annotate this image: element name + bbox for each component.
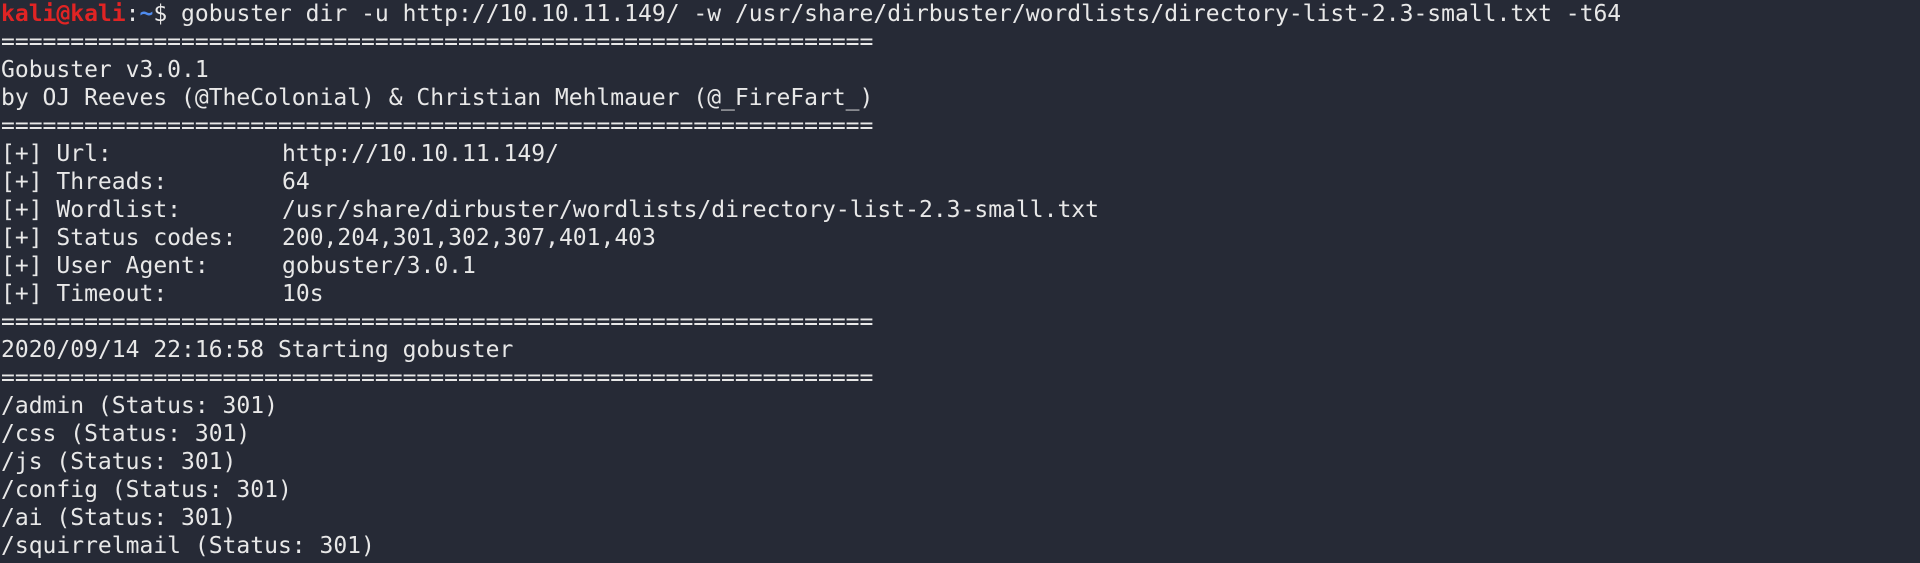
config-value: 10s xyxy=(282,281,324,307)
config-row-status-codes: [+] Status codes: 200,204,301,302,307,401… xyxy=(0,224,1920,252)
config-value: 64 xyxy=(282,169,310,195)
separator-line: ========================================… xyxy=(1,365,874,391)
config-key: [+] User Agent: xyxy=(1,253,209,279)
config-row-url: [+] Url: http://10.10.11.149/ xyxy=(0,140,1920,168)
command-text: gobuster dir -u http://10.10.11.149/ -w … xyxy=(167,1,1622,27)
result-line: /css (Status: 301) xyxy=(1,421,251,447)
config-row-wordlist: [+] Wordlist: /usr/share/dirbuster/wordli… xyxy=(0,196,1920,224)
separator-line: ========================================… xyxy=(1,309,874,335)
prompt-user-host: kali@kali xyxy=(1,1,126,27)
config-row-timeout: [+] Timeout: 10s xyxy=(0,280,1920,308)
config-value: http://10.10.11.149/ xyxy=(282,141,559,167)
prompt-symbol: $ xyxy=(153,1,168,27)
separator-line: ========================================… xyxy=(1,29,874,55)
config-row-user-agent: [+] User Agent: gobuster/3.0.1 xyxy=(0,252,1920,280)
separator-line: ========================================… xyxy=(1,113,874,139)
banner-authors: by OJ Reeves (@TheColonial) & Christian … xyxy=(1,85,874,111)
config-row-threads: [+] Threads: 64 xyxy=(0,168,1920,196)
config-key: [+] Threads: xyxy=(1,169,168,195)
banner-title: Gobuster v3.0.1 xyxy=(1,57,209,83)
result-line: /ai (Status: 301) xyxy=(1,505,237,531)
config-value: gobuster/3.0.1 xyxy=(282,253,476,279)
config-key: [+] Status codes: xyxy=(1,225,237,251)
result-line: /js (Status: 301) xyxy=(1,449,237,475)
command-line: kali@kali:~$ gobuster dir -u http://10.1… xyxy=(0,0,1920,28)
config-value: 200,204,301,302,307,401,403 xyxy=(282,225,656,251)
terminal-window[interactable]: kali@kali:~$ gobuster dir -u http://10.1… xyxy=(0,0,1920,563)
config-key: [+] Wordlist: xyxy=(1,197,182,223)
prompt-separator: : xyxy=(125,1,140,27)
config-value: /usr/share/dirbuster/wordlists/directory… xyxy=(282,197,1099,223)
config-key: [+] Timeout: xyxy=(1,281,168,307)
start-message: 2020/09/14 22:16:58 Starting gobuster xyxy=(1,337,514,363)
result-line: /admin (Status: 301) xyxy=(1,393,278,419)
result-line: /squirrelmail (Status: 301) xyxy=(1,533,375,559)
result-line: /config (Status: 301) xyxy=(1,477,292,503)
config-key: [+] Url: xyxy=(1,141,112,167)
prompt-path: ~ xyxy=(139,1,154,27)
